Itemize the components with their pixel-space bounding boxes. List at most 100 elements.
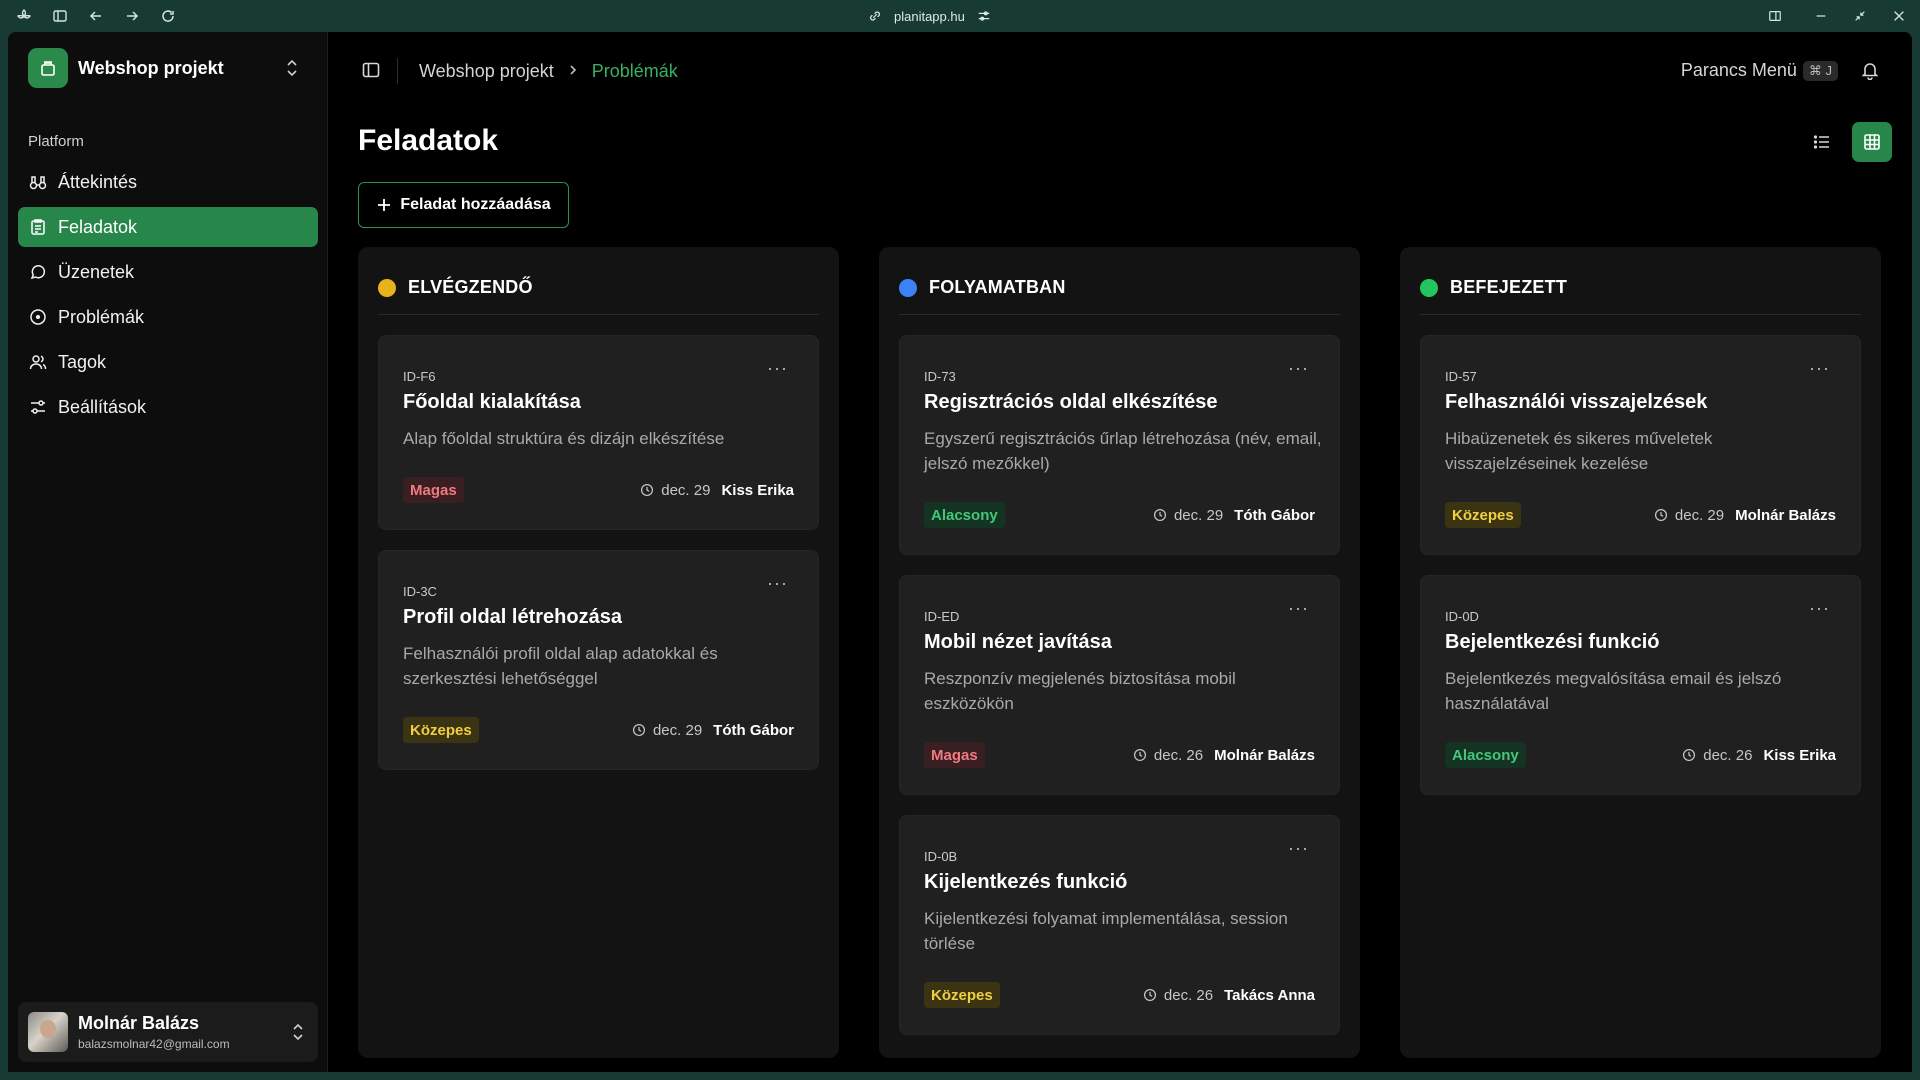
more-options-icon[interactable]: ··· [1288, 358, 1309, 379]
status-dot-icon [378, 279, 396, 297]
list-view-icon[interactable] [1802, 122, 1842, 162]
sidebar-item-tagok[interactable]: Tagok [18, 342, 318, 382]
task-description: Bejelentkezés megvalósítása email és jel… [1445, 669, 1782, 713]
breadcrumb: Webshop projekt Problémák [419, 61, 678, 82]
close-window-icon[interactable] [1889, 6, 1909, 26]
task-title: Felhasználói visszajelzések [1445, 391, 1708, 413]
task-card[interactable]: ID-73 ··· Regisztrációs oldal elkészítés… [899, 335, 1340, 555]
sidebar-item-feladatok[interactable]: Feladatok [18, 207, 318, 247]
project-switcher[interactable]: Webshop projekt [18, 42, 310, 94]
breadcrumb-item-current[interactable]: Problémák [592, 61, 678, 82]
more-options-icon[interactable]: ··· [767, 358, 788, 379]
task-id: ID-ED [924, 609, 960, 624]
page-title: Feladatok [358, 124, 499, 157]
divider [397, 58, 398, 84]
sidebar-item-label: Feladatok [58, 216, 138, 237]
task-card[interactable]: ID-0B ··· Kijelentkezés funkció Kijelent… [899, 815, 1340, 1035]
column-header: ELVÉGZENDŐ [378, 277, 819, 315]
task-date: dec. 29 [1173, 506, 1224, 524]
avatar [28, 1012, 68, 1052]
grid-view-icon[interactable] [1852, 122, 1892, 162]
column-title: FOLYAMATBAN [929, 277, 1066, 297]
task-meta: dec. 26 Kiss Erika [1682, 742, 1836, 768]
breadcrumb-item-project[interactable]: Webshop projekt [419, 61, 554, 82]
sidebar-item-beallitasok[interactable]: Beállítások [18, 387, 318, 427]
address-bar[interactable]: planitapp.hu [868, 7, 991, 25]
sidebar-item-label: Áttekintés [58, 171, 138, 192]
clock-icon [641, 483, 654, 497]
reload-icon[interactable] [158, 6, 178, 26]
sidebar-toggle-icon[interactable] [50, 6, 70, 26]
circle-dot-icon [28, 307, 48, 327]
more-options-icon[interactable]: ··· [1809, 358, 1830, 379]
task-description: Kijelentkezési folyamat implementálása, … [924, 909, 1288, 953]
task-meta: dec. 29 Tóth Gábor [1153, 502, 1315, 528]
add-task-button[interactable]: Feladat hozzáadása [358, 182, 569, 228]
shortcut-badge: ⌘ J [1802, 60, 1838, 81]
back-icon[interactable] [86, 6, 106, 26]
user-email: balazsmolnar42@gmail.com [78, 1037, 230, 1051]
more-options-icon[interactable]: ··· [1809, 598, 1830, 619]
clock-icon [1683, 748, 1696, 762]
task-date: dec. 29 [652, 721, 703, 739]
top-bar: Webshop projekt Problémák Parancs Menü ⌘… [328, 32, 1912, 106]
task-meta: dec. 29 Tóth Gábor [632, 717, 794, 743]
column-title: ELVÉGZENDŐ [408, 277, 533, 297]
task-id: ID-73 [924, 369, 956, 384]
priority-badge: Alacsony [924, 502, 1005, 528]
more-options-icon[interactable]: ··· [1288, 838, 1309, 859]
task-date: dec. 26 [1153, 746, 1204, 764]
users-icon [28, 352, 48, 372]
priority-badge: Közepes [403, 717, 479, 743]
task-card[interactable]: ID-0D ··· Bejelentkezési funkció Bejelen… [1420, 575, 1861, 795]
add-task-label: Feladat hozzáadása [400, 196, 551, 213]
chevron-up-down-icon [290, 1022, 306, 1047]
chevron-up-down-icon [284, 58, 300, 83]
forward-icon[interactable] [122, 6, 142, 26]
task-assignee: Kiss Erika [1763, 746, 1836, 764]
sidebar-item-problemak[interactable]: Problémák [18, 297, 318, 337]
browser-toolbar: planitapp.hu [0, 0, 1920, 32]
priority-badge: Alacsony [1445, 742, 1526, 768]
site-settings-icon[interactable] [977, 9, 991, 23]
task-meta: dec. 29 Molnár Balázs [1654, 502, 1836, 528]
restore-icon[interactable] [1850, 6, 1870, 26]
browser-logo-icon[interactable] [14, 6, 34, 26]
sidebar-item-label: Problémák [58, 306, 145, 327]
split-view-icon[interactable] [1765, 6, 1785, 26]
sidebar-item-attekintes[interactable]: Áttekintés [18, 162, 318, 202]
command-menu-label: Parancs Menü [1680, 60, 1797, 80]
user-menu[interactable]: Molnár Balázs balazsmolnar42@gmail.com [18, 1002, 318, 1062]
sidebar-item-label: Beállítások [58, 396, 147, 417]
task-card[interactable]: ID-57 ··· Felhasználói visszajelzések Hi… [1420, 335, 1861, 555]
project-name: Webshop projekt [78, 57, 224, 78]
minimize-icon[interactable] [1811, 6, 1831, 26]
clock-icon [1654, 508, 1667, 522]
task-card[interactable]: ID-3C ··· Profil oldal létrehozása Felha… [378, 550, 819, 770]
sidebar-item-label: Tagok [58, 351, 107, 372]
task-description: Reszponzív megjelenés biztosítása mobil … [924, 669, 1236, 713]
task-card[interactable]: ID-F6 ··· Főoldal kialakítása Alap főold… [378, 335, 819, 530]
url-text: planitapp.hu [894, 8, 965, 24]
task-title: Főoldal kialakítása [403, 391, 581, 413]
user-name: Molnár Balázs [78, 1013, 200, 1033]
task-assignee: Takács Anna [1224, 986, 1315, 1004]
column-header: BEFEJEZETT [1420, 277, 1861, 315]
column-title: BEFEJEZETT [1450, 277, 1568, 297]
task-date: dec. 29 [661, 481, 711, 499]
main-content: Webshop projekt Problémák Parancs Menü ⌘… [328, 32, 1912, 1072]
bell-icon[interactable] [1860, 60, 1880, 85]
sidebar-section-label: Platform [28, 133, 84, 150]
task-id: ID-0B [924, 849, 958, 864]
task-title: Profil oldal létrehozása [403, 606, 622, 628]
clock-icon [1153, 508, 1166, 522]
command-menu-button[interactable]: Parancs Menü ⌘ J [1681, 60, 1838, 81]
more-options-icon[interactable]: ··· [1288, 598, 1309, 619]
chevron-right-icon [568, 61, 578, 82]
task-card[interactable]: ID-ED ··· Mobil nézet javítása Reszponzí… [899, 575, 1340, 795]
more-options-icon[interactable]: ··· [767, 573, 788, 594]
link-icon [870, 11, 880, 21]
sidebar-item-uzenetek[interactable]: Üzenetek [18, 252, 318, 292]
task-assignee: Tóth Gábor [1234, 506, 1315, 524]
panel-toggle-icon[interactable] [361, 60, 381, 85]
